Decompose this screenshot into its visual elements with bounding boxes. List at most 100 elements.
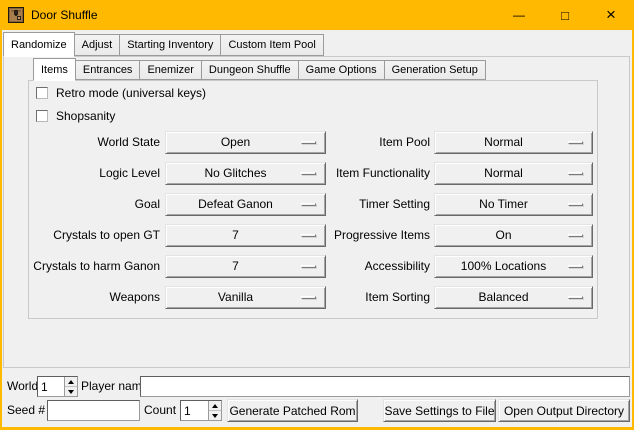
inner-tab-bar: Items Entrances Enemizer Dungeon Shuffle… bbox=[33, 58, 486, 81]
item-functionality-label: Item Functionality bbox=[310, 162, 430, 185]
tab-starting-inventory[interactable]: Starting Inventory bbox=[120, 34, 221, 56]
dropdown-indicator-icon bbox=[568, 172, 583, 175]
worlds-input[interactable] bbox=[38, 377, 64, 396]
open-output-button-label: Open Output Directory bbox=[504, 404, 624, 418]
worlds-spin-arrows bbox=[64, 377, 77, 396]
save-settings-button[interactable]: Save Settings to File bbox=[383, 399, 496, 422]
goal-value: Defeat Ganon bbox=[166, 194, 305, 215]
count-spin-up-button[interactable] bbox=[209, 401, 221, 410]
dropdown-indicator-icon bbox=[568, 265, 583, 268]
accessibility-dropdown[interactable]: 100% Locations bbox=[434, 255, 593, 278]
checkbox-retro-mode-label: Retro mode (universal keys) bbox=[56, 86, 206, 100]
subtab-enemizer-label: Enemizer bbox=[147, 64, 193, 76]
count-spin-down-button[interactable] bbox=[209, 410, 221, 420]
count-spin-arrows bbox=[208, 401, 221, 420]
item-pool-dropdown[interactable]: Normal bbox=[434, 131, 593, 154]
minimize-button[interactable]: — bbox=[496, 0, 542, 30]
item-functionality-dropdown[interactable]: Normal bbox=[434, 162, 593, 185]
logic-level-label: Logic Level bbox=[10, 162, 160, 185]
weapons-value: Vanilla bbox=[166, 287, 305, 308]
subtab-dungeon-shuffle[interactable]: Dungeon Shuffle bbox=[202, 60, 299, 80]
checkbox-shopsanity[interactable]: Shopsanity bbox=[36, 109, 115, 123]
dropdown-indicator-icon bbox=[568, 234, 583, 237]
save-settings-button-label: Save Settings to File bbox=[384, 404, 494, 418]
subtab-entrances[interactable]: Entrances bbox=[76, 60, 141, 80]
dropdown-indicator-icon bbox=[568, 296, 583, 299]
minimize-icon: — bbox=[513, 8, 525, 22]
down-arrow-icon bbox=[212, 414, 218, 418]
app-window: Door Shuffle — □ × Randomize Adjust Star… bbox=[0, 0, 634, 430]
worlds-spin-down-button[interactable] bbox=[65, 386, 77, 396]
timer-setting-value: No Timer bbox=[435, 194, 572, 215]
world-state-value: Open bbox=[166, 132, 305, 153]
item-sorting-label: Item Sorting bbox=[310, 286, 430, 309]
checkbox-box-icon bbox=[36, 87, 48, 99]
subtab-dungeon-shuffle-label: Dungeon Shuffle bbox=[209, 64, 291, 76]
tab-custom-item-pool[interactable]: Custom Item Pool bbox=[221, 34, 323, 56]
tab-randomize[interactable]: Randomize bbox=[3, 32, 75, 57]
subtab-generation-setup-label: Generation Setup bbox=[392, 64, 478, 76]
count-input[interactable] bbox=[181, 401, 208, 420]
open-output-button[interactable]: Open Output Directory bbox=[498, 399, 630, 422]
weapons-label: Weapons bbox=[10, 286, 160, 309]
down-arrow-icon bbox=[68, 390, 74, 394]
logic-level-dropdown[interactable]: No Glitches bbox=[165, 162, 326, 185]
item-functionality-value: Normal bbox=[435, 163, 572, 184]
tab-adjust-label: Adjust bbox=[82, 39, 113, 51]
crystals-harm-ganon-label: Crystals to harm Ganon bbox=[10, 255, 160, 278]
generate-rom-button-label: Generate Patched Rom bbox=[229, 404, 355, 418]
crystals-harm-ganon-dropdown[interactable]: 7 bbox=[165, 255, 326, 278]
caption-buttons: — □ × bbox=[496, 0, 634, 30]
subtab-game-options-label: Game Options bbox=[306, 64, 377, 76]
crystals-open-gt-value: 7 bbox=[166, 225, 305, 246]
door-icon bbox=[8, 7, 24, 23]
close-button[interactable]: × bbox=[588, 0, 634, 30]
generate-rom-button[interactable]: Generate Patched Rom bbox=[227, 399, 358, 422]
count-label: Count bbox=[144, 400, 176, 421]
seed-input[interactable] bbox=[48, 401, 139, 420]
subtab-generation-setup[interactable]: Generation Setup bbox=[385, 60, 486, 80]
dropdown-indicator-icon bbox=[568, 203, 583, 206]
logic-level-value: No Glitches bbox=[166, 163, 305, 184]
item-sorting-dropdown[interactable]: Balanced bbox=[434, 286, 593, 309]
checkbox-box-icon bbox=[36, 110, 48, 122]
dropdown-indicator-icon bbox=[568, 141, 583, 144]
world-state-dropdown[interactable]: Open bbox=[165, 131, 326, 154]
accessibility-value: 100% Locations bbox=[435, 256, 572, 277]
window-title: Door Shuffle bbox=[31, 8, 98, 22]
checkbox-retro-mode[interactable]: Retro mode (universal keys) bbox=[36, 86, 206, 100]
tab-randomize-label: Randomize bbox=[11, 39, 67, 51]
player-names-input[interactable] bbox=[141, 377, 629, 396]
tab-adjust[interactable]: Adjust bbox=[75, 34, 121, 56]
checkbox-shopsanity-label: Shopsanity bbox=[56, 109, 115, 123]
worlds-spin-up-button[interactable] bbox=[65, 377, 77, 386]
item-pool-value: Normal bbox=[435, 132, 572, 153]
progressive-items-label: Progressive Items bbox=[310, 224, 430, 247]
subtab-items[interactable]: Items bbox=[33, 58, 76, 81]
timer-setting-dropdown[interactable]: No Timer bbox=[434, 193, 593, 216]
subtab-game-options[interactable]: Game Options bbox=[299, 60, 385, 80]
world-state-label: World State bbox=[10, 131, 160, 154]
up-arrow-icon bbox=[212, 404, 218, 408]
crystals-open-gt-dropdown[interactable]: 7 bbox=[165, 224, 326, 247]
progressive-items-value: On bbox=[435, 225, 572, 246]
subtab-enemizer[interactable]: Enemizer bbox=[140, 60, 201, 80]
tab-custom-item-pool-label: Custom Item Pool bbox=[228, 39, 315, 51]
subtab-entrances-label: Entrances bbox=[83, 64, 133, 76]
maximize-button[interactable]: □ bbox=[542, 0, 588, 30]
count-spinbox bbox=[180, 400, 222, 421]
weapons-dropdown[interactable]: Vanilla bbox=[165, 286, 326, 309]
item-pool-label: Item Pool bbox=[310, 131, 430, 154]
goal-dropdown[interactable]: Defeat Ganon bbox=[165, 193, 326, 216]
subtab-items-label: Items bbox=[41, 64, 68, 76]
item-sorting-value: Balanced bbox=[435, 287, 572, 308]
crystals-open-gt-label: Crystals to open GT bbox=[10, 224, 160, 247]
progressive-items-dropdown[interactable]: On bbox=[434, 224, 593, 247]
maximize-icon: □ bbox=[561, 8, 569, 23]
crystals-harm-ganon-value: 7 bbox=[166, 256, 305, 277]
titlebar: Door Shuffle — □ × bbox=[0, 0, 634, 30]
worlds-spinbox bbox=[37, 376, 78, 397]
seed-label: Seed # bbox=[7, 400, 45, 421]
goal-label: Goal bbox=[10, 193, 160, 216]
outer-tab-bar: Randomize Adjust Starting Inventory Cust… bbox=[3, 32, 324, 57]
